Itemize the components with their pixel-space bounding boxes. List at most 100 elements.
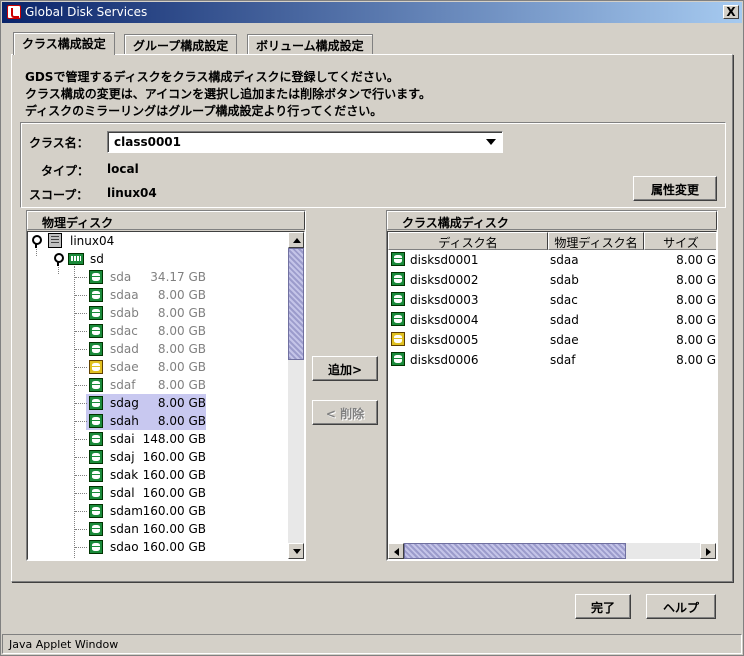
table-row[interactable]: disksd0006 sdaf 8.00 G	[388, 350, 716, 370]
tab-class-config[interactable]: クラス構成設定	[13, 32, 115, 55]
tree-node-host[interactable]: linux04	[28, 232, 288, 250]
class-disk-panel: クラス構成ディスク ディスク名 物理ディスク名 サイズ disksd0001 sd…	[386, 210, 718, 561]
type-value: local	[107, 162, 139, 176]
tree-node-disk[interactable]: sdad 8.00 GB	[28, 340, 288, 358]
scope-label: スコープ：	[29, 188, 89, 202]
table-row[interactable]: disksd0003 sdac 8.00 G	[388, 290, 716, 310]
tree-line	[75, 349, 87, 350]
arrow-up-icon	[293, 238, 301, 243]
main-window: Global Disk Services X クラス構成設定 グループ構成設定 …	[0, 0, 744, 656]
remove-button[interactable]: < 削除	[312, 400, 378, 425]
scroll-up-button[interactable]	[288, 232, 304, 248]
disk-icon	[391, 272, 405, 286]
tree-line	[75, 421, 87, 422]
done-button[interactable]: 完了	[575, 594, 631, 619]
window-title: Global Disk Services	[25, 5, 148, 19]
tree-line	[75, 457, 87, 458]
column-header-physical-disk[interactable]: 物理ディスク名	[548, 232, 644, 250]
tree-node-disk[interactable]: sdal 160.00 GB	[28, 484, 288, 502]
host-icon	[48, 233, 62, 248]
tree-node-disk[interactable]: sdaf 8.00 GB	[28, 376, 288, 394]
disk-size: 160.00 GB	[142, 522, 206, 536]
disk-icon	[89, 306, 103, 320]
table-row[interactable]: disksd0004 sdad 8.00 G	[388, 310, 716, 330]
tab-volume-config[interactable]: ボリューム構成設定	[247, 34, 373, 54]
tree-line	[75, 439, 87, 440]
class-table-scrollbar[interactable]	[388, 543, 716, 559]
tree-node-disk[interactable]: sdam 160.00 GB	[28, 502, 288, 520]
tree-node-disk[interactable]: sdaj 160.00 GB	[28, 448, 288, 466]
tree-node-disk[interactable]: sdab 8.00 GB	[28, 304, 288, 322]
tree-node-disk[interactable]: sdaa 8.00 GB	[28, 286, 288, 304]
tree-line	[75, 367, 87, 368]
disk-size: 34.17 GB	[150, 270, 206, 284]
size-cell: 8.00 G	[676, 333, 716, 347]
close-button[interactable]: X	[723, 5, 739, 19]
disk-icon	[89, 414, 103, 428]
table-row[interactable]: disksd0005 sdae 8.00 G	[388, 330, 716, 350]
tree-node-disk[interactable]: sdah 8.00 GB	[28, 412, 288, 430]
disk-name-cell: disksd0005	[410, 333, 479, 347]
tree-node-sd[interactable]: sd	[28, 250, 288, 268]
attribute-change-button[interactable]: 属性変更	[633, 176, 717, 201]
class-disk-table[interactable]: ディスク名 物理ディスク名 サイズ disksd0001 sdaa 8.00 Gdi…	[387, 231, 717, 560]
tree-node-disk[interactable]: sdao 160.00 GB	[28, 538, 288, 556]
tab-group-config[interactable]: グループ構成設定	[124, 34, 238, 54]
tree-node-disk[interactable]: sda 34.17 GB	[28, 268, 288, 286]
disk-size: 160.00 GB	[142, 504, 206, 518]
disk-name-cell: disksd0003	[410, 293, 479, 307]
tree-node-disk[interactable]: sdai 148.00 GB	[28, 430, 288, 448]
physical-tree-scrollbar[interactable]	[288, 232, 304, 559]
scroll-thumb[interactable]	[288, 248, 304, 360]
disk-icon	[89, 504, 103, 518]
tree-node-disk[interactable]: sdak 160.00 GB	[28, 466, 288, 484]
tree-node-disk[interactable]: sdan 160.00 GB	[28, 520, 288, 538]
physical-disk-tree[interactable]: linux04 sd sda 34.17 GB sdaa 8.00 GB sdab 8.0…	[27, 231, 305, 560]
class-name-select[interactable]: class0001	[107, 131, 503, 153]
disk-name-cell: disksd0004	[410, 313, 479, 327]
tree-node-disk[interactable]: sdag 8.00 GB	[28, 394, 288, 412]
disk-icon	[391, 292, 405, 306]
size-cell: 8.00 G	[676, 313, 716, 327]
scroll-left-button[interactable]	[388, 543, 404, 559]
tree-node-disk[interactable]: sdac 8.00 GB	[28, 322, 288, 340]
disk-icon	[391, 252, 405, 266]
column-header-disk-name[interactable]: ディスク名	[388, 232, 548, 250]
tree-line	[75, 331, 87, 332]
physical-disk-cell: sdad	[550, 313, 579, 327]
disk-icon	[89, 540, 103, 554]
tree-line	[75, 313, 87, 314]
tree-line	[75, 475, 87, 476]
add-button[interactable]: 追加>	[312, 356, 378, 381]
title-bar: Global Disk Services X	[2, 2, 742, 23]
physical-disk-cell: sdaf	[550, 353, 576, 367]
disk-size: 8.00 GB	[157, 378, 206, 392]
column-header-size[interactable]: サイズ	[644, 232, 716, 250]
table-row[interactable]: disksd0001 sdaa 8.00 G	[388, 250, 716, 270]
scroll-down-button[interactable]	[288, 543, 304, 559]
disk-icon	[89, 342, 103, 356]
tab-panel: GDSで管理するディスクをクラス構成ディスクに登録してください。 クラス構成の変…	[11, 54, 733, 582]
disk-size: 8.00 GB	[157, 324, 206, 338]
arrow-left-icon	[394, 548, 399, 556]
tree-node-disk[interactable]: sdae 8.00 GB	[28, 358, 288, 376]
scroll-right-button[interactable]	[700, 543, 716, 559]
disk-icon	[89, 522, 103, 536]
disk-icon	[89, 450, 103, 464]
disk-icon	[391, 312, 405, 326]
size-cell: 8.00 G	[676, 273, 716, 287]
disk-name-cell: disksd0006	[410, 353, 479, 367]
table-row[interactable]: disksd0002 sdab 8.00 G	[388, 270, 716, 290]
scope-value: linux04	[107, 186, 157, 200]
java-icon	[7, 5, 21, 19]
host-name: linux04	[70, 234, 115, 248]
disk-name-cell: disksd0001	[410, 253, 479, 267]
tree-line	[75, 403, 87, 404]
intro-line: GDSで管理するディスクをクラス構成ディスクに登録してください。	[25, 70, 399, 84]
disk-size: 160.00 GB	[142, 450, 206, 464]
physical-disk-cell: sdae	[550, 333, 579, 347]
help-button[interactable]: ヘルプ	[646, 594, 716, 619]
scroll-thumb[interactable]	[404, 543, 626, 559]
class-info-group: クラス名： class0001 タイプ： local スコープ： linux04…	[20, 122, 726, 208]
disk-warn-icon	[89, 360, 103, 374]
